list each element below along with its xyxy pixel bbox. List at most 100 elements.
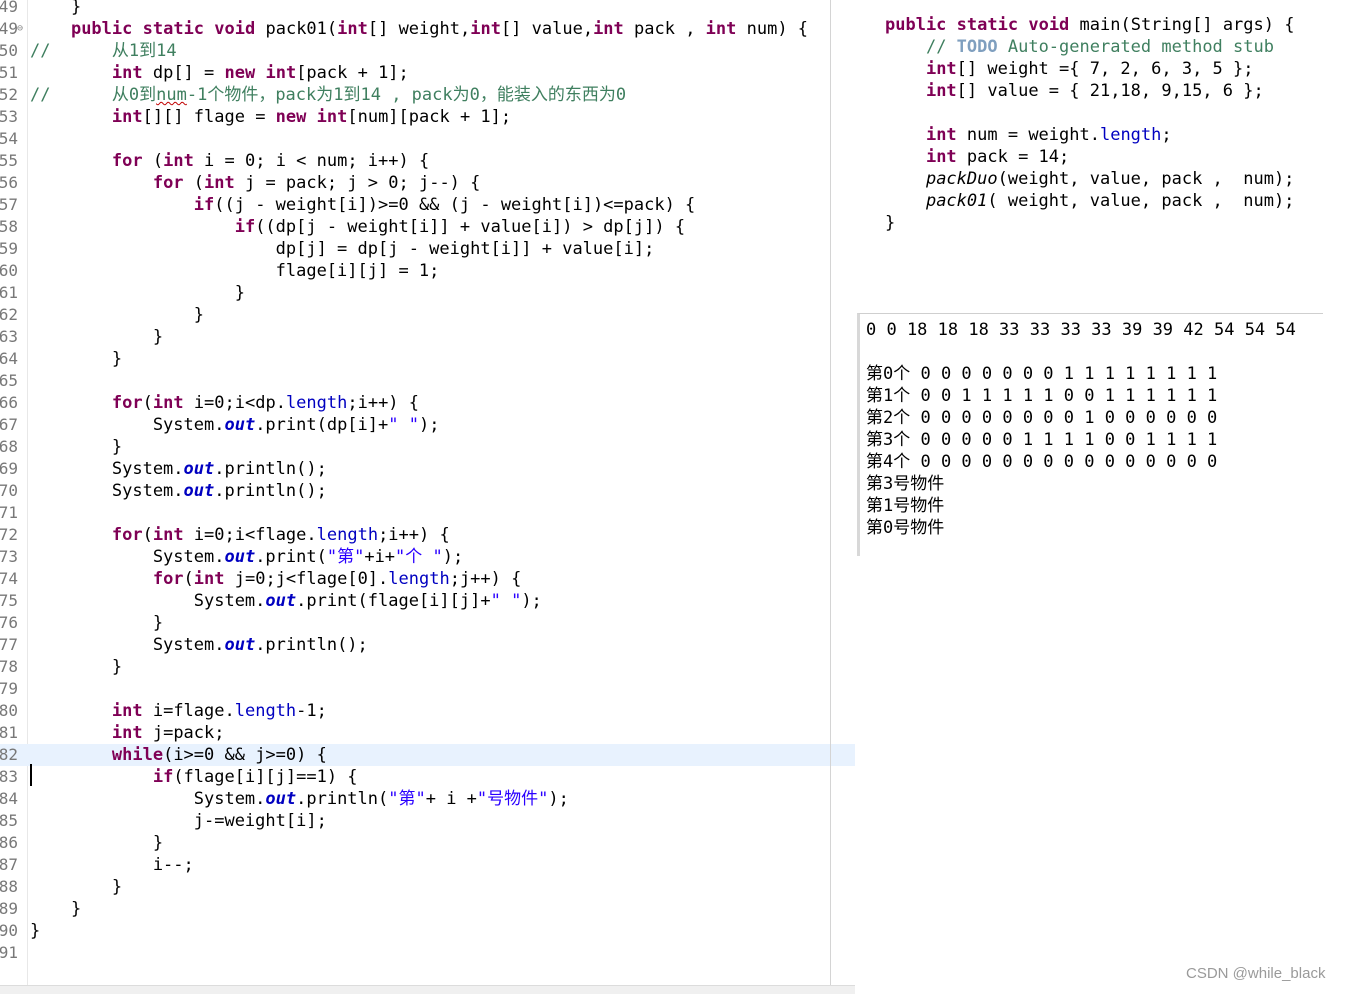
- code-line[interactable]: 60 flage[i][j] = 1;: [0, 260, 855, 282]
- code-line[interactable]: 88 }: [0, 876, 855, 898]
- main-code-line[interactable]: int pack = 14;: [885, 146, 1340, 168]
- console-line: 第0号物件: [866, 518, 945, 538]
- fold-toggle-icon[interactable]: ⊖: [17, 18, 23, 40]
- code-text: i--;: [30, 855, 194, 875]
- code-text: int[][] flage = new int[num][pack + 1];: [111, 107, 512, 127]
- console-line: 第3号物件: [866, 474, 945, 494]
- code-line[interactable]: 73 System.out.print("第"+i+"个 ");: [0, 546, 855, 568]
- line-number: 82: [0, 745, 18, 764]
- code-line[interactable]: 50 // 从1到14: [0, 40, 855, 62]
- console-line: 第4个 0 0 0 0 0 0 0 0 0 0 0 0 0 0 0: [866, 452, 1218, 472]
- code-line[interactable]: 62 }: [0, 304, 855, 326]
- line-number: 90: [0, 921, 18, 940]
- code-text: flage[i][j] = 1;: [30, 261, 440, 281]
- code-line[interactable]: 89 }: [0, 898, 855, 920]
- code-line[interactable]: 68 }: [0, 436, 855, 458]
- code-line[interactable]: 67 System.out.print(dp[i]+" ");: [0, 414, 855, 436]
- main-code-line[interactable]: public static void main(String[] args) {: [885, 14, 1340, 36]
- code-line[interactable]: 75 System.out.print(flage[i][j]+" ");: [0, 590, 855, 612]
- watermark-text: CSDN @while_black: [1186, 965, 1326, 982]
- line-number: 79: [0, 679, 18, 698]
- code-text: }: [30, 657, 123, 677]
- code-text: if((j - weight[i])>=0 && (j - weight[i])…: [193, 195, 696, 215]
- code-line[interactable]: 74 for(int j=0;j<flage[0].length;j++) {: [0, 568, 855, 590]
- code-line[interactable]: 53 int[][] flage = new int[num][pack + 1…: [0, 106, 855, 128]
- code-text: System.out.println();: [30, 459, 327, 479]
- code-line[interactable]: 69 System.out.println();: [0, 458, 855, 480]
- main-code-line[interactable]: int[] weight ={ 7, 2, 6, 3, 5 };: [885, 58, 1340, 80]
- code-text: public static void pack01(int[] weight,i…: [70, 19, 809, 39]
- code-line[interactable]: 54: [0, 128, 855, 150]
- code-line[interactable]: 64 }: [0, 348, 855, 370]
- code-text: System.out.println();: [30, 481, 327, 501]
- code-line[interactable]: 57 if((j - weight[i])>=0 && (j - weight[…: [0, 194, 855, 216]
- code-line[interactable]: 90}: [0, 920, 855, 942]
- code-line[interactable]: 79: [0, 678, 855, 700]
- line-number: 81: [0, 723, 18, 742]
- code-text: System.out.println("第"+ i +"号物件");: [30, 789, 569, 809]
- code-line[interactable]: 91: [0, 942, 855, 964]
- code-line[interactable]: 51 int dp[] = new int[pack + 1];: [0, 62, 855, 84]
- line-number: 53: [0, 107, 18, 126]
- code-line[interactable]: 66 for(int i=0;i<dp.length;i++) {: [0, 392, 855, 414]
- code-line[interactable]: 63 }: [0, 326, 855, 348]
- code-text: }: [30, 921, 41, 941]
- main-code-line[interactable]: [885, 102, 1340, 124]
- code-text: }: [30, 613, 164, 633]
- main-method-code-view[interactable]: public static void main(String[] args) {…: [870, 0, 1340, 260]
- code-line[interactable]: 71: [0, 502, 855, 524]
- main-code-line[interactable]: int[] value = { 21,18, 9,15, 6 };: [885, 80, 1340, 102]
- line-number: 84: [0, 789, 18, 808]
- code-line[interactable]: 87 i--;: [0, 854, 855, 876]
- code-line[interactable]: 82 while(i>=0 && j>=0) {: [0, 744, 855, 766]
- code-line[interactable]: 49 ⊖ public static void pack01(int[] weig…: [0, 18, 855, 40]
- line-number: 65: [0, 371, 18, 390]
- code-line[interactable]: 65: [0, 370, 855, 392]
- code-line[interactable]: 58 if((dp[j - weight[i]] + value[i]) > d…: [0, 216, 855, 238]
- code-text: // 从0到num-1个物件，pack为1到14 , pack为0，能装入的东西…: [30, 85, 627, 105]
- code-line[interactable]: 61 }: [0, 282, 855, 304]
- code-text: for(int j=0;j<flage[0].length;j++) {: [152, 569, 522, 589]
- line-number: 77: [0, 635, 18, 654]
- console-line: 第2个 0 0 0 0 0 0 0 0 1 0 0 0 0 0 0: [866, 408, 1218, 428]
- code-text: int dp[] = new int[pack + 1];: [111, 63, 409, 83]
- main-code-line[interactable]: }: [885, 212, 1340, 234]
- line-number: 49: [0, 19, 18, 38]
- code-editor[interactable]: 49 } 49 ⊖ public static void pack01(int[] …: [0, 0, 855, 985]
- code-line[interactable]: 55 for (int i = 0; i < num; i++) {: [0, 150, 855, 172]
- line-number: 67: [0, 415, 18, 434]
- line-number: 60: [0, 261, 18, 280]
- main-code-line[interactable]: pack01( weight, value, pack , num);: [885, 190, 1340, 212]
- code-line[interactable]: 84 System.out.println("第"+ i +"号物件");: [0, 788, 855, 810]
- line-number: 89: [0, 899, 18, 918]
- code-text: }: [30, 283, 245, 303]
- code-line[interactable]: 85 j-=weight[i];: [0, 810, 855, 832]
- main-code-line[interactable]: int num = weight.length;: [885, 124, 1340, 146]
- code-line[interactable]: 56 for (int j = pack; j > 0; j--) {: [0, 172, 855, 194]
- code-line[interactable]: 77 System.out.println();: [0, 634, 855, 656]
- line-number: 75: [0, 591, 18, 610]
- code-line[interactable]: 83 if(flage[i][j]==1) {: [0, 766, 855, 788]
- code-line[interactable]: 86 }: [0, 832, 855, 854]
- line-number: 76: [0, 613, 18, 632]
- line-number: 50: [0, 41, 18, 60]
- code-text: }: [30, 0, 82, 17]
- code-text: System.out.print(dp[i]+" ");: [30, 415, 440, 435]
- main-code-line[interactable]: // TODO Auto-generated method stub: [885, 36, 1340, 58]
- code-text: }: [30, 899, 82, 919]
- code-line[interactable]: 70 System.out.println();: [0, 480, 855, 502]
- code-text: if(flage[i][j]==1) {: [152, 767, 358, 787]
- code-line[interactable]: 49 }: [0, 0, 855, 18]
- console-output[interactable]: 0 0 18 18 18 33 33 33 33 39 39 42 54 54 …: [857, 313, 1323, 556]
- code-line[interactable]: 81 int j=pack;: [0, 722, 855, 744]
- code-line[interactable]: 52 // 从0到num-1个物件，pack为1到14 , pack为0，能装入的…: [0, 84, 855, 106]
- code-line[interactable]: 80 int i=flage.length-1;: [0, 700, 855, 722]
- code-text: j-=weight[i];: [30, 811, 327, 831]
- main-code-line[interactable]: packDuo(weight, value, pack , num);: [885, 168, 1340, 190]
- code-line[interactable]: 59 dp[j] = dp[j - weight[i]] + value[i];: [0, 238, 855, 260]
- code-line[interactable]: 78 }: [0, 656, 855, 678]
- line-number: 86: [0, 833, 18, 852]
- line-number: 49: [0, 0, 18, 16]
- code-line[interactable]: 76 }: [0, 612, 855, 634]
- code-line[interactable]: 72 for(int i=0;i<flage.length;i++) {: [0, 524, 855, 546]
